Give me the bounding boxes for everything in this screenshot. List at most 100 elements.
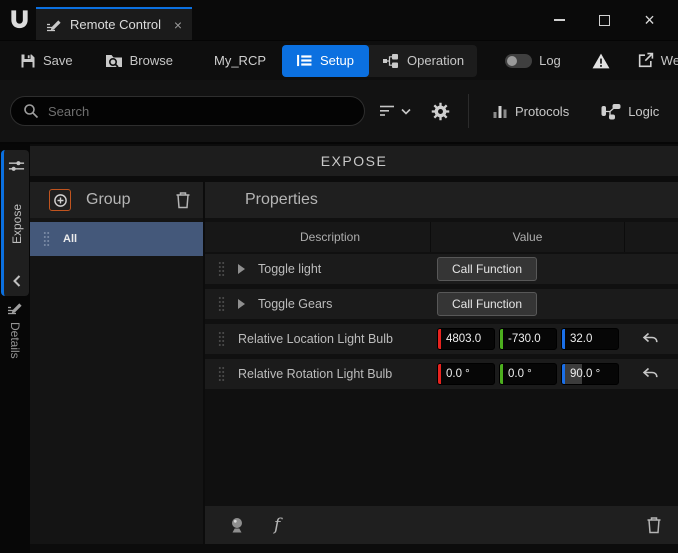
expose-tab-label: Expose [10, 204, 24, 244]
reset-to-default-button[interactable] [642, 332, 659, 346]
sidebar-tab-details[interactable]: Details [0, 300, 30, 359]
delete-group-button[interactable] [175, 191, 191, 209]
drag-grip-icon[interactable] [218, 261, 225, 277]
add-group-button[interactable] [49, 189, 71, 211]
details-tab-label: Details [8, 322, 22, 359]
properties-panel: Properties Description Value Toggle ligh… [205, 182, 678, 544]
location-x-field[interactable]: 4803.0 [437, 328, 495, 350]
drag-grip-icon[interactable] [218, 296, 225, 312]
rotation-roll-field[interactable]: 0.0 ° [437, 363, 495, 385]
close-icon: × [644, 11, 655, 29]
property-description: Relative Location Light Bulb [238, 332, 393, 346]
group-item-all[interactable]: All [30, 222, 203, 256]
sliders-icon [8, 159, 25, 173]
property-description: Toggle light [258, 262, 321, 276]
call-function-button[interactable]: Call Function [437, 292, 537, 316]
camera-icon[interactable] [227, 516, 247, 534]
property-row-relative-rotation[interactable]: Relative Rotation Light Bulb 0.0 ° 0.0 °… [205, 359, 678, 389]
warnings-button[interactable] [591, 52, 611, 70]
location-x-value: 4803.0 [446, 333, 481, 345]
rotation-roll-value: 0.0 ° [446, 368, 470, 380]
reset-to-default-button[interactable] [642, 367, 659, 381]
properties-bottom-bar: f [205, 506, 678, 544]
location-y-value: -730.0 [508, 333, 541, 345]
tab-title: Remote Control [70, 17, 166, 32]
rotation-pitch-value: 0.0 ° [508, 368, 532, 380]
minimize-button[interactable] [537, 0, 582, 40]
maximize-icon [599, 15, 610, 26]
protocols-icon [493, 104, 508, 118]
location-y-field[interactable]: -730.0 [499, 328, 557, 350]
grip-column-header [205, 222, 230, 252]
properties-panel-header: Properties [205, 182, 678, 218]
tab-setup[interactable]: Setup [282, 45, 369, 77]
axis-z-bar [562, 329, 565, 349]
window-controls: × [537, 0, 672, 40]
search-input[interactable]: Search [10, 96, 365, 126]
description-column-header: Description [230, 222, 430, 252]
details-edit-icon [7, 300, 23, 316]
rotation-yaw-value: 90.0 ° [570, 368, 600, 380]
log-toggle-icon [505, 54, 532, 68]
rotation-yaw-field[interactable]: 90.0 ° [561, 363, 619, 385]
save-icon [20, 53, 36, 69]
axis-y-bar [500, 364, 503, 384]
properties-panel-title: Properties [245, 191, 318, 209]
logic-icon [601, 103, 621, 120]
close-button[interactable]: × [627, 0, 672, 40]
delete-property-button[interactable] [646, 516, 662, 534]
mode-switcher: Setup Operation [282, 45, 477, 77]
web-button[interactable]: Web [637, 52, 678, 69]
logic-button[interactable]: Logic [601, 103, 659, 120]
drag-grip-icon[interactable] [43, 231, 50, 247]
axis-z-bar [562, 364, 565, 384]
property-row-relative-location[interactable]: Relative Location Light Bulb 4803.0 -730… [205, 324, 678, 354]
sidebar-tab-expose[interactable]: Expose [1, 150, 29, 296]
expand-arrow-icon[interactable] [238, 299, 245, 309]
operation-icon [382, 53, 399, 69]
unreal-logo-icon [8, 8, 31, 31]
main-content: EXPOSE Group [30, 144, 678, 553]
function-icon[interactable]: f [274, 515, 280, 535]
tab-operation[interactable]: Operation [369, 45, 477, 77]
drag-grip-icon[interactable] [218, 366, 225, 382]
group-panel-header: Group [30, 182, 203, 218]
edit-icon [46, 17, 62, 33]
group-panel-title: Group [86, 191, 130, 209]
save-button[interactable]: Save [20, 53, 73, 69]
filter-icon[interactable] [379, 105, 395, 117]
settings-gear-icon[interactable] [431, 102, 450, 121]
expose-panel-title: EXPOSE [30, 146, 678, 176]
chevron-down-icon[interactable] [401, 108, 411, 115]
location-z-field[interactable]: 32.0 [561, 328, 619, 350]
remote-control-window: Remote Control × × Save [0, 0, 678, 553]
group-item-label: All [63, 233, 77, 245]
search-placeholder: Search [48, 104, 89, 119]
web-label: Web [661, 53, 678, 68]
property-row-toggle-light[interactable]: Toggle light Call Function [205, 254, 678, 284]
search-icon [23, 103, 39, 119]
divider [468, 94, 469, 128]
tab-close-icon[interactable]: × [174, 18, 182, 32]
collapse-icon[interactable] [13, 275, 21, 287]
drag-grip-icon[interactable] [218, 331, 225, 347]
preset-name-button[interactable]: My_RCP [214, 53, 266, 68]
axis-x-bar [438, 329, 441, 349]
rotation-pitch-field[interactable]: 0.0 ° [499, 363, 557, 385]
properties-table-header: Description Value [205, 222, 678, 252]
group-list: All [30, 218, 203, 544]
property-description: Toggle Gears [258, 297, 332, 311]
log-toggle[interactable]: Log [505, 53, 561, 68]
expand-arrow-icon[interactable] [238, 264, 245, 274]
browse-label: Browse [130, 53, 173, 68]
call-function-button[interactable]: Call Function [437, 257, 537, 281]
browse-icon [105, 53, 123, 69]
browse-button[interactable]: Browse [105, 53, 173, 69]
setup-icon [297, 54, 312, 67]
tab-remote-control[interactable]: Remote Control × [36, 7, 192, 40]
property-row-toggle-gears[interactable]: Toggle Gears Call Function [205, 289, 678, 319]
maximize-button[interactable] [582, 0, 627, 40]
protocols-button[interactable]: Protocols [493, 104, 569, 119]
save-label: Save [43, 53, 73, 68]
axis-x-bar [438, 364, 441, 384]
